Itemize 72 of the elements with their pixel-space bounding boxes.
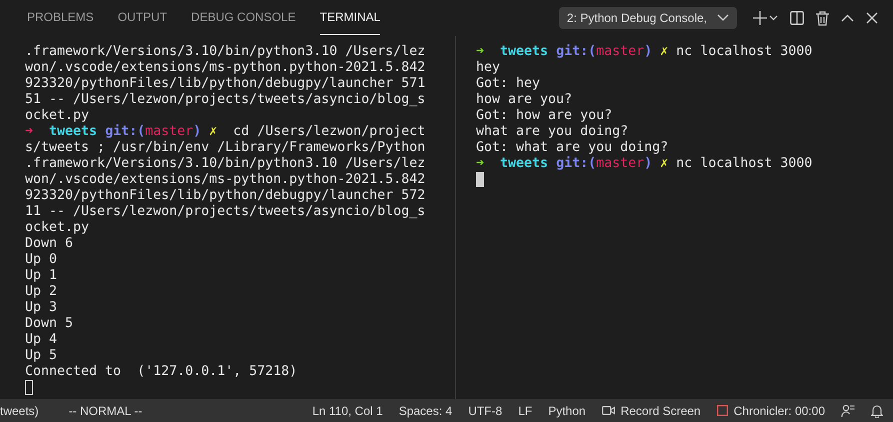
terminal-command: nc localhost 3000 [676,156,812,171]
dirty-mark: ✗ [660,44,668,59]
feedback-icon[interactable] [841,404,855,418]
terminal-line: Got: what are you doing? [476,140,670,156]
terminal-line: won/.vscode/extensions/ms-python.python-2021.5.842 [25,60,426,76]
square-icon [716,405,728,416]
status-item[interactable]: Spaces: 4 [398,404,452,418]
panel-tab[interactable]: TERMINAL [320,0,380,35]
terminal-line: Up 2 [25,284,58,300]
status-item[interactable]: LF [518,404,532,418]
chevron-down-icon[interactable] [769,15,778,21]
split-icon[interactable] [790,11,804,25]
git-branch: master [596,44,644,59]
plus-icon[interactable] [753,11,767,25]
panel-tab[interactable]: OUTPUT [118,0,168,35]
terminal-line: what are you doing? [476,124,630,140]
trash-icon[interactable] [816,10,829,26]
git-branch: master [145,124,194,139]
terminal-line: Up 3 [25,300,58,316]
status-item[interactable]: -- NORMAL -- [68,404,142,418]
terminal-dropdown[interactable]: 2: Python Debug Console, [558,7,737,29]
terminal-line: .framework/Versions/3.10/bin/python3.10 /Users/lez [25,156,426,172]
record-screen-button[interactable]: Record Screen [620,404,701,418]
dirty-mark: ✗ [660,156,668,171]
terminal-line: Up 0 [25,252,58,268]
git-label: git:( [556,44,596,59]
dirty-mark: ✗ [209,124,218,139]
prompt-directory: tweets [500,156,548,171]
close-icon[interactable] [866,12,878,24]
terminal-line: won/.vscode/extensions/ms-python.python-2021.5.842 [25,172,426,188]
status-item[interactable]: Python [548,404,586,418]
git-label: git:( [556,156,596,171]
git-branch: master [596,156,644,171]
git-label: git:( [105,124,146,139]
terminal-line: hey [476,60,502,76]
camera-icon [602,406,615,415]
git-paren: ) [644,156,652,171]
terminal-line: s/tweets ; /usr/bin/env /Library/Frameworks/Python [25,140,426,156]
terminal-line: Connected to ('127.0.0.1', 57218) [25,364,298,380]
panel-tab[interactable]: DEBUG CONSOLE [191,0,296,35]
terminal-line: Down 6 [25,236,74,252]
terminal-line: Up 4 [25,332,58,348]
terminal-line: 51 -- /Users/lezwon/projects/tweets/asyncio/blog_s [25,92,426,108]
prompt-arrow: ➜ [476,44,484,59]
terminal-line: Down 5 [25,316,74,332]
status-item[interactable]: UTF-8 [468,404,502,418]
git-paren: ) [644,44,652,59]
caret-icon [717,14,729,22]
status-item[interactable]: Ln 110, Col 1 [312,404,383,418]
bell-icon[interactable] [871,404,883,418]
terminal-line: ocket.py [25,220,90,236]
terminal-line: 923320/pythonFiles/lib/python/debugpy/launcher 571 [25,76,426,92]
git-paren: ) [193,124,202,139]
chevron-up-icon[interactable] [841,14,854,22]
terminal-line: how are you? [476,92,574,108]
terminal-line: ocket.py [25,108,90,124]
terminal-line: .framework/Versions/3.10/bin/python3.10 /Users/lez [25,44,426,60]
terminal-command: cd /Users/lezwon/project [232,124,426,139]
panel-tab[interactable]: PROBLEMS [27,0,94,35]
terminal-line: Up 1 [25,268,58,284]
prompt-directory: tweets [49,124,98,139]
terminal-line: Up 5 [25,348,58,364]
terminal-line: Got: how are you? [476,108,614,124]
terminal-line: Got: hey [476,76,542,92]
chronicler-timer[interactable]: Chronicler: 00:00 [734,404,825,418]
prompt-arrow: ➜ [476,156,484,171]
terminal-line: 11 -- /Users/lezwon/projects/tweets/asyncio/blog_s [25,204,426,220]
prompt-directory: tweets [500,44,548,59]
status-item[interactable]: tweets) [0,404,39,418]
terminal-command: nc localhost 3000 [676,44,812,59]
prompt-arrow: ➜ [25,124,34,139]
terminal-line: 923320/pythonFiles/lib/python/debugpy/launcher 572 [25,188,426,204]
